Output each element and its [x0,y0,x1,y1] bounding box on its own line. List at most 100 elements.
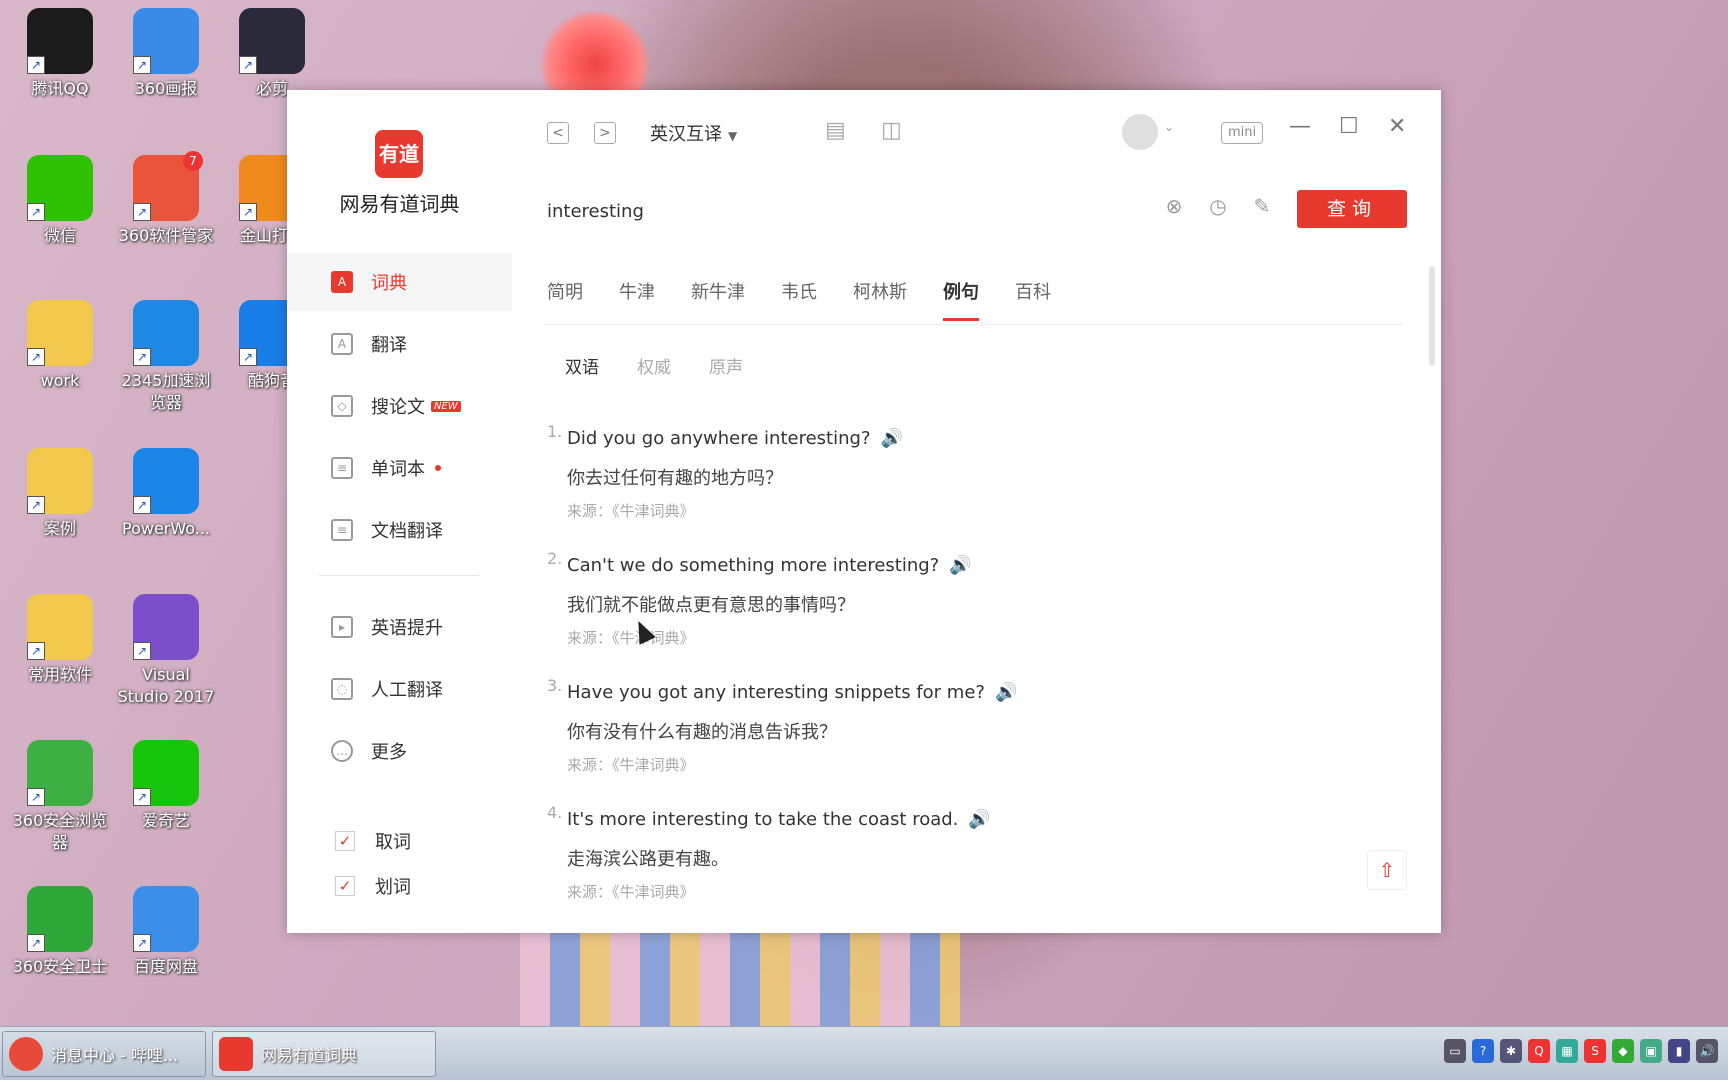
nav-papers[interactable]: ◇ 搜论文 NEW [287,377,512,435]
nav-translate[interactable]: A 翻译 [287,315,512,373]
clear-icon[interactable]: ⊗ [1161,194,1187,220]
desktop-icon[interactable]: ↗ 7 360软件管家 [116,151,216,247]
example-number: 3. [547,676,563,695]
desktop-icon[interactable]: ↗ 百度网盘 [116,886,216,978]
desktop-icon[interactable]: ↗ 360画报 [116,8,216,100]
example-source: 来源：《牛津词典》 [567,883,695,901]
nav-label: 更多 [371,742,407,763]
nav-dictionary[interactable]: A 词典 [287,253,512,311]
desktop-icon[interactable]: ↗ 360安全浏览器 [10,740,110,854]
subtab-authoritative[interactable]: 权威 [637,353,671,378]
nav-label: 搜论文 [371,397,425,418]
maximize-icon[interactable]: ☐ [1339,114,1359,139]
desktop-icon[interactable]: ↗ PowerWo... [116,448,216,540]
nav-english-boost[interactable]: ▸ 英语提升 [287,598,512,656]
translate-icon: A [331,333,353,355]
example-number: 1. [547,422,563,441]
minimize-icon[interactable]: — [1289,114,1311,139]
task-bilibili[interactable]: 消息中心 - 哔哩... [2,1031,206,1077]
nav-human-translate[interactable]: ◌ 人工翻译 [287,660,512,718]
check-select-word[interactable]: ✓ 划词 [335,873,411,899]
desktop-icon[interactable]: ↗ 爱奇艺 [116,740,216,832]
desktop-icon-label: 360软件管家 [118,226,214,245]
tray-icon[interactable]: ▦ [1556,1039,1578,1063]
desktop-icon[interactable]: ↗ work [10,300,110,392]
tray-icon[interactable]: 🔊 [1696,1039,1718,1063]
example-english-text: It's more interesting to take the coast … [567,809,959,830]
shortcut-arrow-icon: ↗ [27,642,45,660]
mode-select[interactable]: 英汉互译 ▼ [650,120,737,146]
speaker-icon[interactable]: 🔊 [995,682,1017,703]
tab-new-oxford[interactable]: 新牛津 [691,278,745,321]
document-icon[interactable]: ▤ [825,118,846,143]
shortcut-arrow-icon: ↗ [27,203,45,221]
search-input[interactable] [547,196,1047,226]
app-icon: ↗ [133,740,199,806]
example-source: 来源：《牛津词典》 [567,502,695,520]
desktop-icon[interactable]: ↗ Visual Studio 2017 [116,594,216,708]
notification-dot [435,465,441,471]
tab-oxford[interactable]: 牛津 [619,278,655,321]
tray-icon[interactable]: Q [1528,1039,1550,1063]
desktop-icon-label: 微信 [43,226,76,245]
nav-wordbook[interactable]: ≡ 单词本 [287,439,512,497]
tab-examples[interactable]: 例句 [943,278,979,321]
subtab-audio[interactable]: 原声 [709,353,743,378]
task-youdao[interactable]: 网易有道词典 [212,1031,436,1077]
desktop-icon[interactable]: ↗ 必剪 [222,8,322,100]
tray-icon[interactable]: ▮ [1668,1039,1690,1063]
nav-doc-translate[interactable]: ≡ 文档翻译 [287,501,512,559]
forward-button[interactable]: > [594,122,616,144]
dict-tabs: 简明 牛津 新牛津 韦氏 柯林斯 例句 百科 [547,278,1087,321]
search-button[interactable]: 查询 [1297,190,1407,228]
dictionary-icon: A [331,271,353,293]
shortcut-arrow-icon: ↗ [27,788,45,806]
tab-concise[interactable]: 简明 [547,278,583,321]
check-capture-word[interactable]: ✓ 取词 [335,828,411,854]
speaker-icon[interactable]: 🔊 [949,555,971,576]
tray-icon[interactable]: ▭ [1444,1039,1466,1063]
close-icon[interactable]: ✕ [1388,114,1406,139]
desktop-icon[interactable]: ↗ 腾讯QQ [10,8,110,100]
scrollbar[interactable] [1429,266,1435,366]
subtab-bilingual[interactable]: 双语 [565,353,599,378]
screenshot-icon[interactable]: ◫ [881,118,902,143]
back-button[interactable]: < [547,122,569,144]
shortcut-arrow-icon: ↗ [133,203,151,221]
desktop-icon[interactable]: ↗ 常用软件 [10,594,110,686]
checkbox-checked[interactable]: ✓ [335,876,355,896]
nav-more[interactable]: … 更多 [287,722,512,780]
history-icon[interactable]: ◷ [1205,194,1231,220]
tray-icon[interactable]: S [1584,1039,1606,1063]
desktop-icon-label: PowerWo... [121,519,211,538]
avatar[interactable] [1122,114,1158,150]
desktop-icon[interactable]: ↗ 微信 [10,155,110,247]
tab-webster[interactable]: 韦氏 [781,278,817,321]
nav-label: 翻译 [371,335,407,356]
tab-collins[interactable]: 柯林斯 [853,278,907,321]
desktop-icon[interactable]: ↗ 2345加速浏览器 [116,300,216,414]
mini-mode-button[interactable]: mini [1221,122,1264,144]
example-english-text: Can't we do something more interesting? [567,555,940,576]
app-icon: ↗ [27,886,93,952]
checkbox-checked[interactable]: ✓ [335,831,355,851]
speaker-icon[interactable]: 🔊 [968,809,990,830]
shortcut-arrow-icon: ↗ [27,934,45,952]
tray-icon[interactable]: ▣ [1640,1039,1662,1063]
tray-icon[interactable]: ◆ [1612,1039,1634,1063]
tray-icon[interactable]: ✱ [1500,1039,1522,1063]
example-english-text: Did you go anywhere interesting? [567,428,871,449]
youdao-window: 有道 网易有道词典 A 词典 A 翻译 ◇ 搜论文 NEW ≡ 单词本 ≡ 文档… [287,90,1441,933]
new-badge: NEW [431,400,461,412]
example-english: Have you got any interesting snippets fo… [567,682,1017,703]
badge: 7 [183,151,203,171]
chevron-down-icon[interactable]: ⌄ [1164,120,1174,134]
tray-icon[interactable]: ? [1472,1039,1494,1063]
desktop-icon[interactable]: ↗ 360安全卫士 [10,886,110,978]
edit-icon[interactable]: ✎ [1249,194,1275,220]
desktop-icon[interactable]: ↗ 案例 [10,448,110,540]
tab-encyclopedia[interactable]: 百科 [1015,278,1051,321]
speaker-icon[interactable]: 🔊 [881,428,903,449]
back-to-top-icon[interactable]: ⇧ [1367,850,1407,890]
desktop-icon-label: 案例 [43,519,76,538]
